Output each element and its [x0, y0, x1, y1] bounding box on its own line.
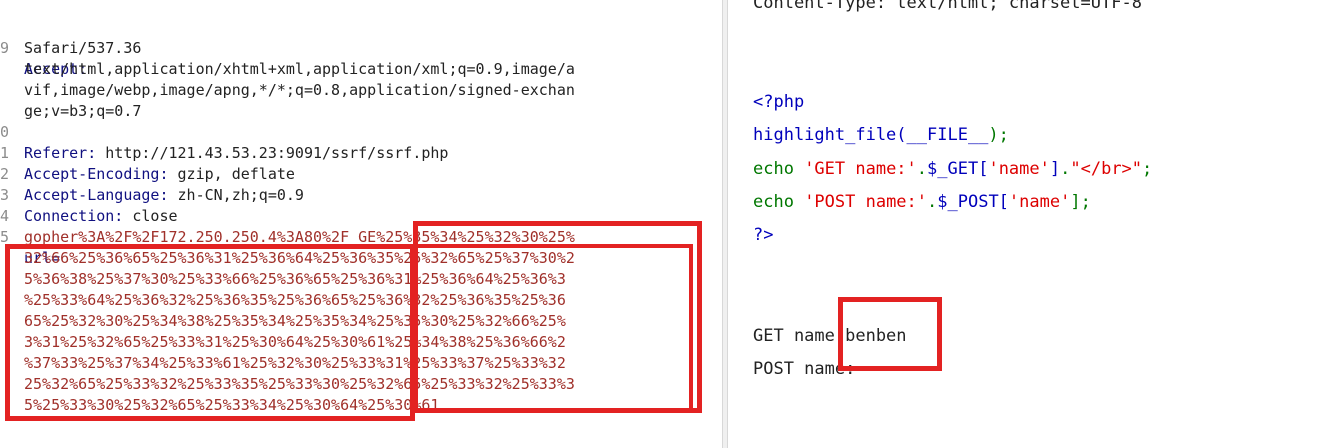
- request-line: Safari/537.36: [0, 0, 141, 57]
- header-value: http://121.43.53.23:9091/ssrf/ssrf.php: [96, 144, 449, 162]
- header-name: Accept-Encoding:: [24, 165, 169, 183]
- response-render: Content-Type: text/html; charset=UTF-8 <…: [728, 0, 1326, 448]
- request-editor[interactable]: Safari/537.36 9 Accept: text/html,applic…: [0, 0, 722, 448]
- request-line: 4: [0, 185, 36, 225]
- header-name: Accept-Language:: [24, 186, 169, 204]
- code-line: echo 'GET name:'.$_GET['name']."</br>";: [753, 159, 1153, 179]
- request-line: 9 Accept:: [0, 17, 87, 78]
- header-name: Connection:: [24, 207, 124, 225]
- request-line: vif,image/webp,image/apng,*/*;q=0.8,appl…: [0, 59, 575, 99]
- output-post-line: POST name:: [753, 359, 856, 379]
- request-line: 3 Connection: close: [0, 164, 178, 225]
- header-value: zh-CN,zh;q=0.9: [168, 186, 304, 204]
- code-line: <?php: [753, 92, 805, 112]
- line-number: 5: [0, 228, 10, 246]
- code-line: ?>: [753, 225, 774, 245]
- request-line: 0 Referer: http://121.43.53.23:9091/ssrf…: [0, 101, 448, 162]
- code-line: echo 'POST name:'.$_POST['name'];: [753, 192, 1091, 212]
- header-value: text/html,application/xhtml+xml,applicat…: [24, 60, 575, 78]
- request-line: ge;v=b3;q=0.7: [0, 80, 141, 120]
- header-value: gzip, deflate: [168, 165, 295, 183]
- request-line: 1 Accept-Encoding: gzip, deflate: [0, 122, 295, 183]
- request-line: 5 url=: [0, 206, 60, 267]
- request-line: text/html,application/xhtml+xml,applicat…: [0, 38, 575, 78]
- response-header: Content-Type: text/html; charset=UTF-8: [753, 0, 1142, 13]
- request-line: 2 Accept-Language: zh-CN,zh;q=0.9: [0, 143, 304, 204]
- header-value: ge;v=b3;q=0.7: [24, 102, 142, 120]
- header-value: close: [123, 207, 178, 225]
- output-get-line: GET name:benben: [753, 326, 907, 346]
- header-value: Safari/537.36: [24, 39, 142, 57]
- header-value: vif,image/webp,image/apng,*/*;q=0.8,appl…: [24, 81, 575, 99]
- code-line: highlight_file(__FILE__);: [753, 125, 1009, 145]
